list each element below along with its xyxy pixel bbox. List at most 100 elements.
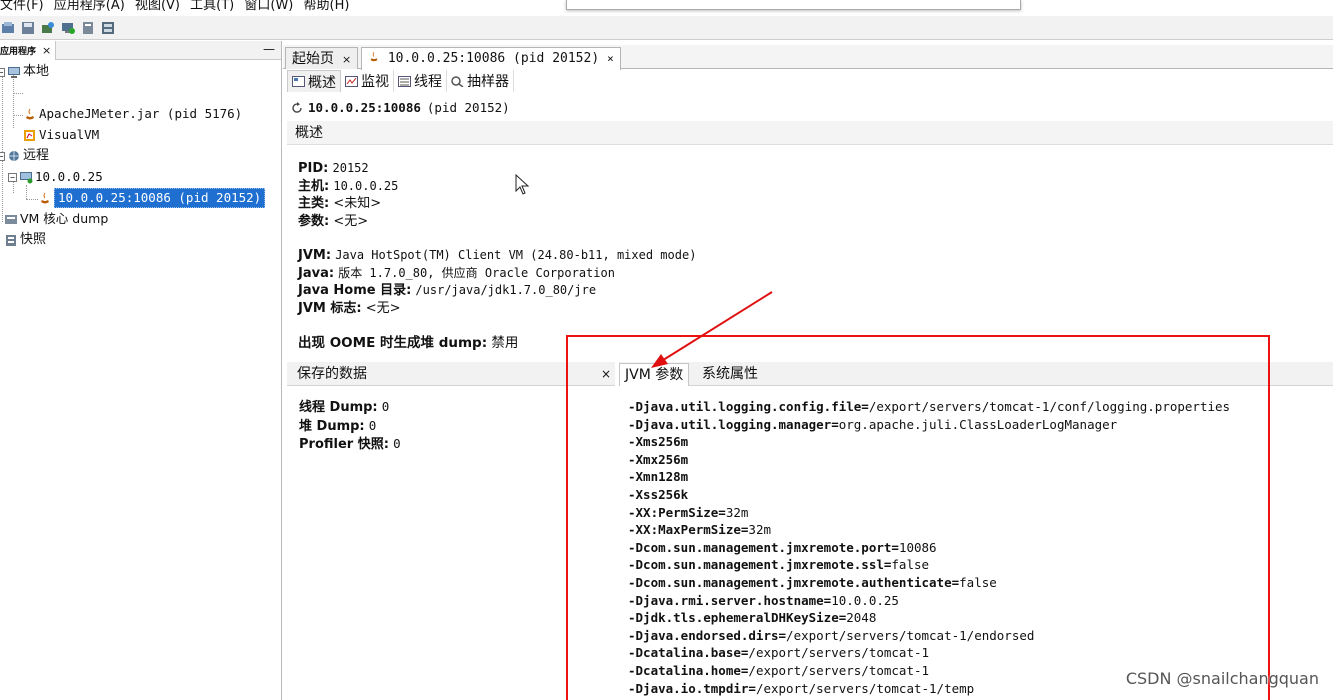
menu-help[interactable]: 帮助(H) — [304, 0, 350, 13]
expand-toggle-icon[interactable]: − — [0, 67, 5, 77]
saved-data-label: 保存的数据 — [297, 366, 367, 382]
info-key: PID: — [298, 161, 329, 176]
saved-value: 0 — [368, 417, 377, 433]
tree-connector — [26, 199, 38, 200]
saved-key: Profiler 快照: — [299, 437, 389, 452]
minimize-icon[interactable]: — — [263, 40, 275, 59]
threads-icon — [398, 75, 411, 87]
tree-node-label: 本地 — [23, 64, 50, 79]
saved-key: 堆 Dump: — [299, 418, 365, 434]
tab-remote-app[interactable]: 10.0.0.25:10086 (pid 20152) × — [361, 47, 621, 70]
info-key: 主类: — [298, 196, 330, 211]
snapshot-icon — [6, 234, 16, 246]
close-icon[interactable]: × — [42, 44, 51, 57]
tab-threads[interactable]: 线程 — [394, 70, 447, 92]
info-value: 禁用 — [491, 335, 519, 351]
jvm-info: JVM: Java HotSpot(TM) Client VM (24.80-b… — [298, 247, 696, 317]
application-title: 10.0.0.25:10086 (pid 20152) — [291, 100, 510, 115]
tree-node-remote[interactable]: − 远程 — [0, 147, 49, 165]
tab-monitor[interactable]: 监视 — [341, 70, 394, 92]
section-label: 概述 — [295, 125, 323, 141]
visualvm-icon — [24, 129, 35, 141]
tree-connector — [14, 115, 23, 116]
info-row: Java Home 目录: /usr/java/jdk1.7.0_80/jre — [298, 282, 696, 300]
saved-row: Profiler 快照: 0 — [299, 435, 401, 454]
tab-label: 起始页 — [292, 51, 334, 67]
info-key: 主机: — [298, 178, 330, 194]
menu-view[interactable]: 视图(V) — [135, 0, 180, 13]
menu-window[interactable]: 窗口(W) — [244, 0, 293, 13]
info-value: /usr/java/jdk1.7.0_80/jre — [415, 283, 597, 297]
overview-icon — [292, 76, 305, 87]
info-key: JVM 标志: — [298, 300, 362, 316]
applications-tab[interactable]: 应用程序 × — [0, 41, 57, 60]
applications-panel: 应用程序 × — − 本地 ApacheJMeter.jar (pid 5176) — [0, 41, 282, 700]
tab-label: 抽样器 — [467, 74, 509, 90]
tree-node-label: VM 核心 dump — [20, 211, 109, 226]
computer-icon — [8, 66, 20, 78]
app-host: 10.0.0.25:10086 — [308, 100, 421, 115]
visualvm-window: 文件(F) 应用程序(A) 视图(V) 工具(T) 窗口(W) 帮助(H) 应用… — [0, 0, 1333, 700]
view-tabs: 概述 监视 线程 抽样器 — [287, 70, 514, 92]
tab-sampler[interactable]: 抽样器 — [447, 70, 514, 92]
tree-node-host[interactable]: − 10.0.0.25 — [8, 168, 103, 186]
tab-start-page[interactable]: 起始页 × — [285, 47, 359, 69]
java-app-icon — [26, 108, 34, 119]
add-snapshot-icon[interactable] — [80, 20, 96, 36]
info-row: 主机: 10.0.0.25 — [298, 178, 398, 196]
applications-panel-header: 应用程序 × — — [0, 41, 281, 60]
info-row: 主类: <未知> — [298, 195, 398, 213]
add-coredump-icon[interactable] — [100, 20, 116, 36]
info-row: JVM 标志: <无> — [298, 300, 696, 318]
info-value: 10.0.0.25 — [333, 178, 399, 193]
tree-node-label: VisualVM — [39, 127, 100, 142]
tree-node-local[interactable]: − 本地 — [0, 63, 49, 81]
java-app-icon — [370, 52, 378, 62]
highlight-box — [566, 335, 1270, 700]
app-pid: (pid 20152) — [426, 100, 510, 115]
coredump-icon — [5, 214, 17, 224]
tab-overview[interactable]: 概述 — [287, 70, 341, 92]
info-value: Java HotSpot(TM) Client VM (24.80-b11, m… — [335, 248, 697, 262]
save-icon[interactable] — [20, 20, 36, 36]
close-icon[interactable]: × — [607, 52, 614, 65]
tree-node-vm-coredump[interactable]: VM 核心 dump — [4, 210, 108, 228]
java-app-icon — [41, 192, 49, 203]
tree-node-label-selected: 10.0.0.25:10086 (pid 20152) — [54, 188, 266, 208]
info-row: Java: 版本 1.7.0_80, 供应商 Oracle Corporatio… — [298, 265, 696, 283]
tree-node-remote-app[interactable]: 10.0.0.25:10086 (pid 20152) — [38, 188, 266, 208]
process-info: PID: 20152 主机: 10.0.0.25 主类: <未知> 参数: <无… — [298, 160, 398, 230]
tree-connector — [26, 185, 27, 199]
menu-file[interactable]: 文件(F) — [0, 0, 44, 13]
refresh-icon — [292, 101, 302, 113]
saved-row: 堆 Dump: 0 — [299, 417, 401, 436]
info-key: JVM: — [298, 248, 332, 263]
add-host-icon[interactable] — [60, 20, 76, 36]
saved-data-list: 线程 Dump: 0 堆 Dump: 0 Profiler 快照: 0 — [299, 398, 401, 454]
overview-section-header: 概述 — [287, 121, 1333, 145]
tree-node-jmeter[interactable]: ApacheJMeter.jar (pid 5176) — [23, 105, 242, 123]
tree-node-visualvm[interactable]: VisualVM — [23, 126, 99, 144]
menu-applications[interactable]: 应用程序(A) — [54, 0, 125, 13]
info-row: JVM: Java HotSpot(TM) Client VM (24.80-b… — [298, 247, 696, 265]
info-value: <无> — [365, 300, 401, 316]
network-icon — [9, 150, 19, 161]
info-row: 参数: <无> — [298, 213, 398, 231]
add-jmx-icon[interactable] — [40, 20, 56, 36]
load-icon[interactable] — [0, 20, 16, 36]
tree-connector — [14, 93, 23, 94]
saved-value: 0 — [393, 436, 401, 451]
close-icon[interactable]: × — [342, 53, 351, 66]
tree-node-snapshots[interactable]: 快照 — [4, 231, 46, 249]
info-row: PID: 20152 — [298, 160, 398, 178]
watermark: CSDN @snailchangquan — [1125, 669, 1319, 688]
menu-tools[interactable]: 工具(T) — [190, 0, 234, 13]
tree-node-label: 10.0.0.25 — [35, 169, 103, 184]
expand-toggle-icon[interactable]: − — [0, 151, 5, 161]
expand-toggle-icon[interactable]: − — [8, 172, 17, 182]
sampler-icon — [451, 75, 464, 87]
info-value: <未知> — [333, 196, 382, 211]
monitor-icon — [345, 75, 358, 87]
tree-node-label: ApacheJMeter.jar (pid 5176) — [39, 106, 243, 121]
tab-label: 概述 — [308, 74, 336, 91]
